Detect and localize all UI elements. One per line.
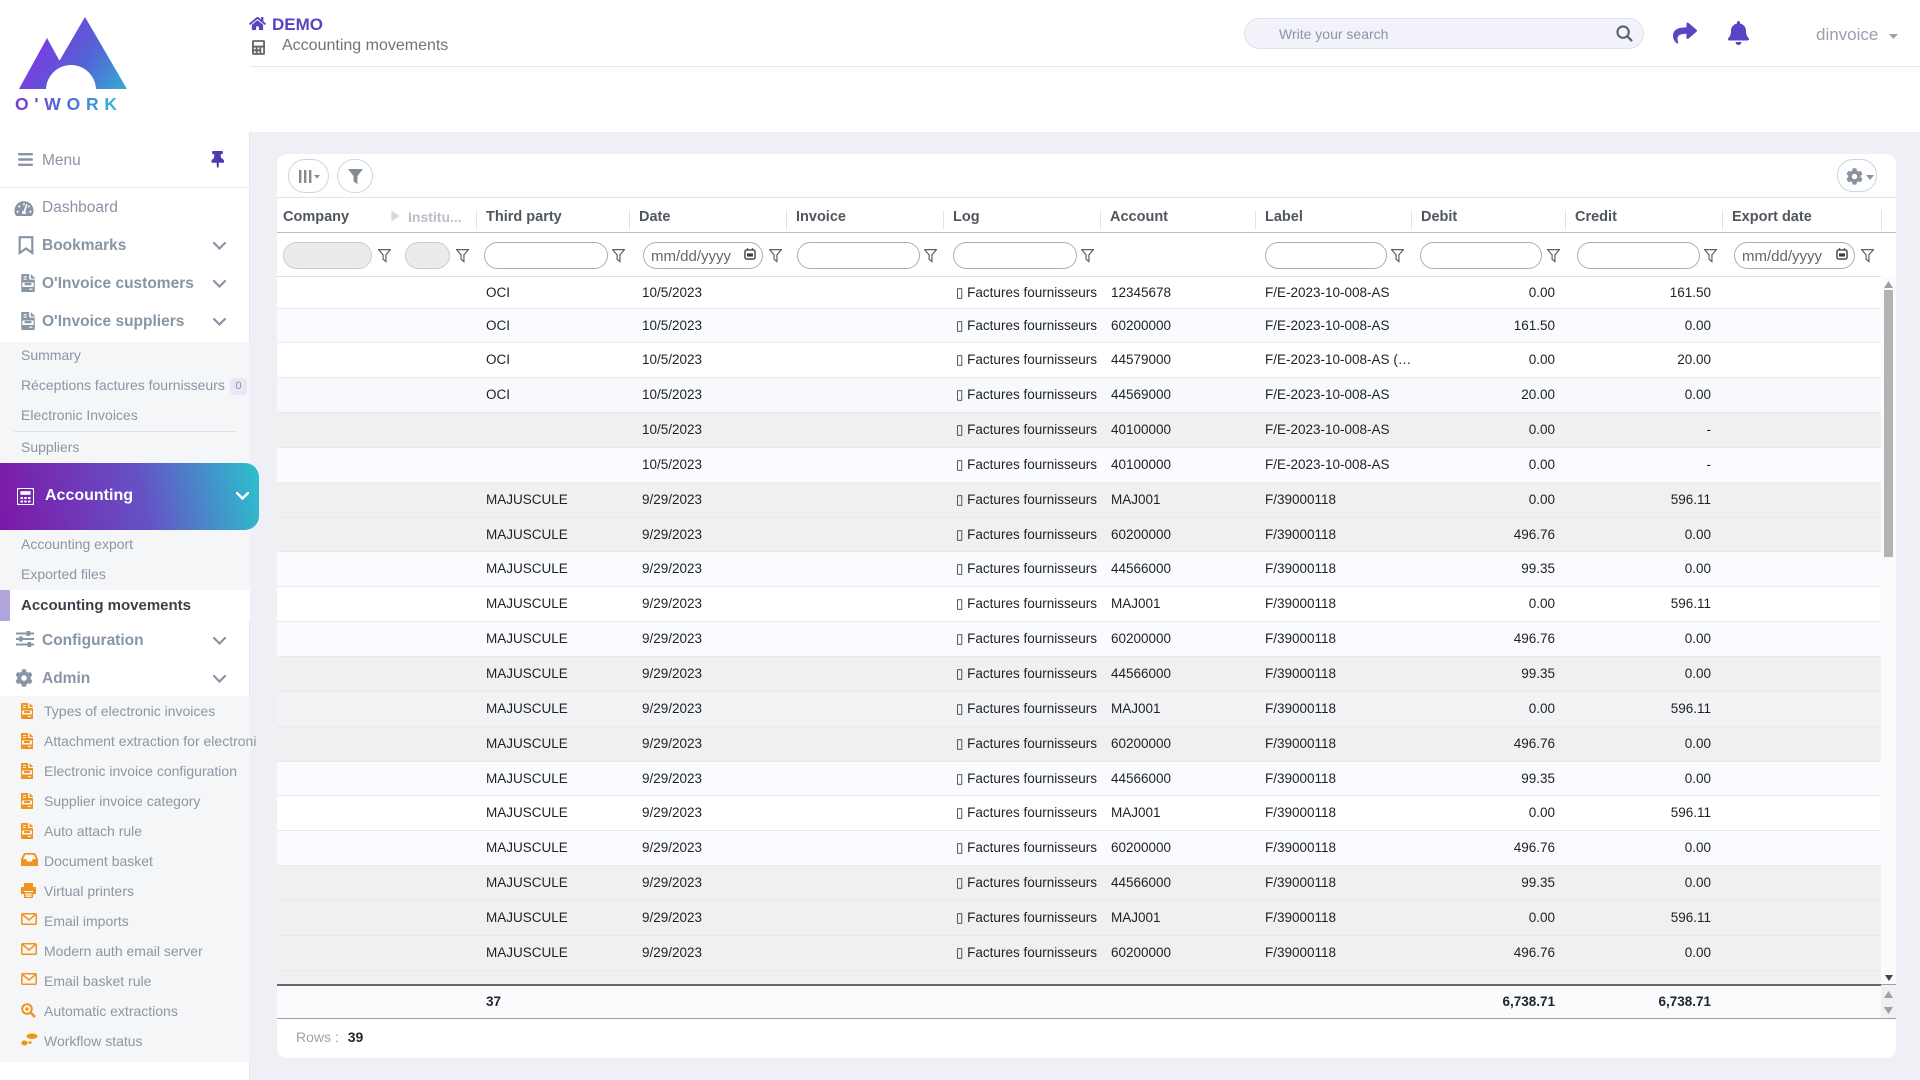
svg-text:O'WORK: O'WORK: [15, 94, 124, 113]
